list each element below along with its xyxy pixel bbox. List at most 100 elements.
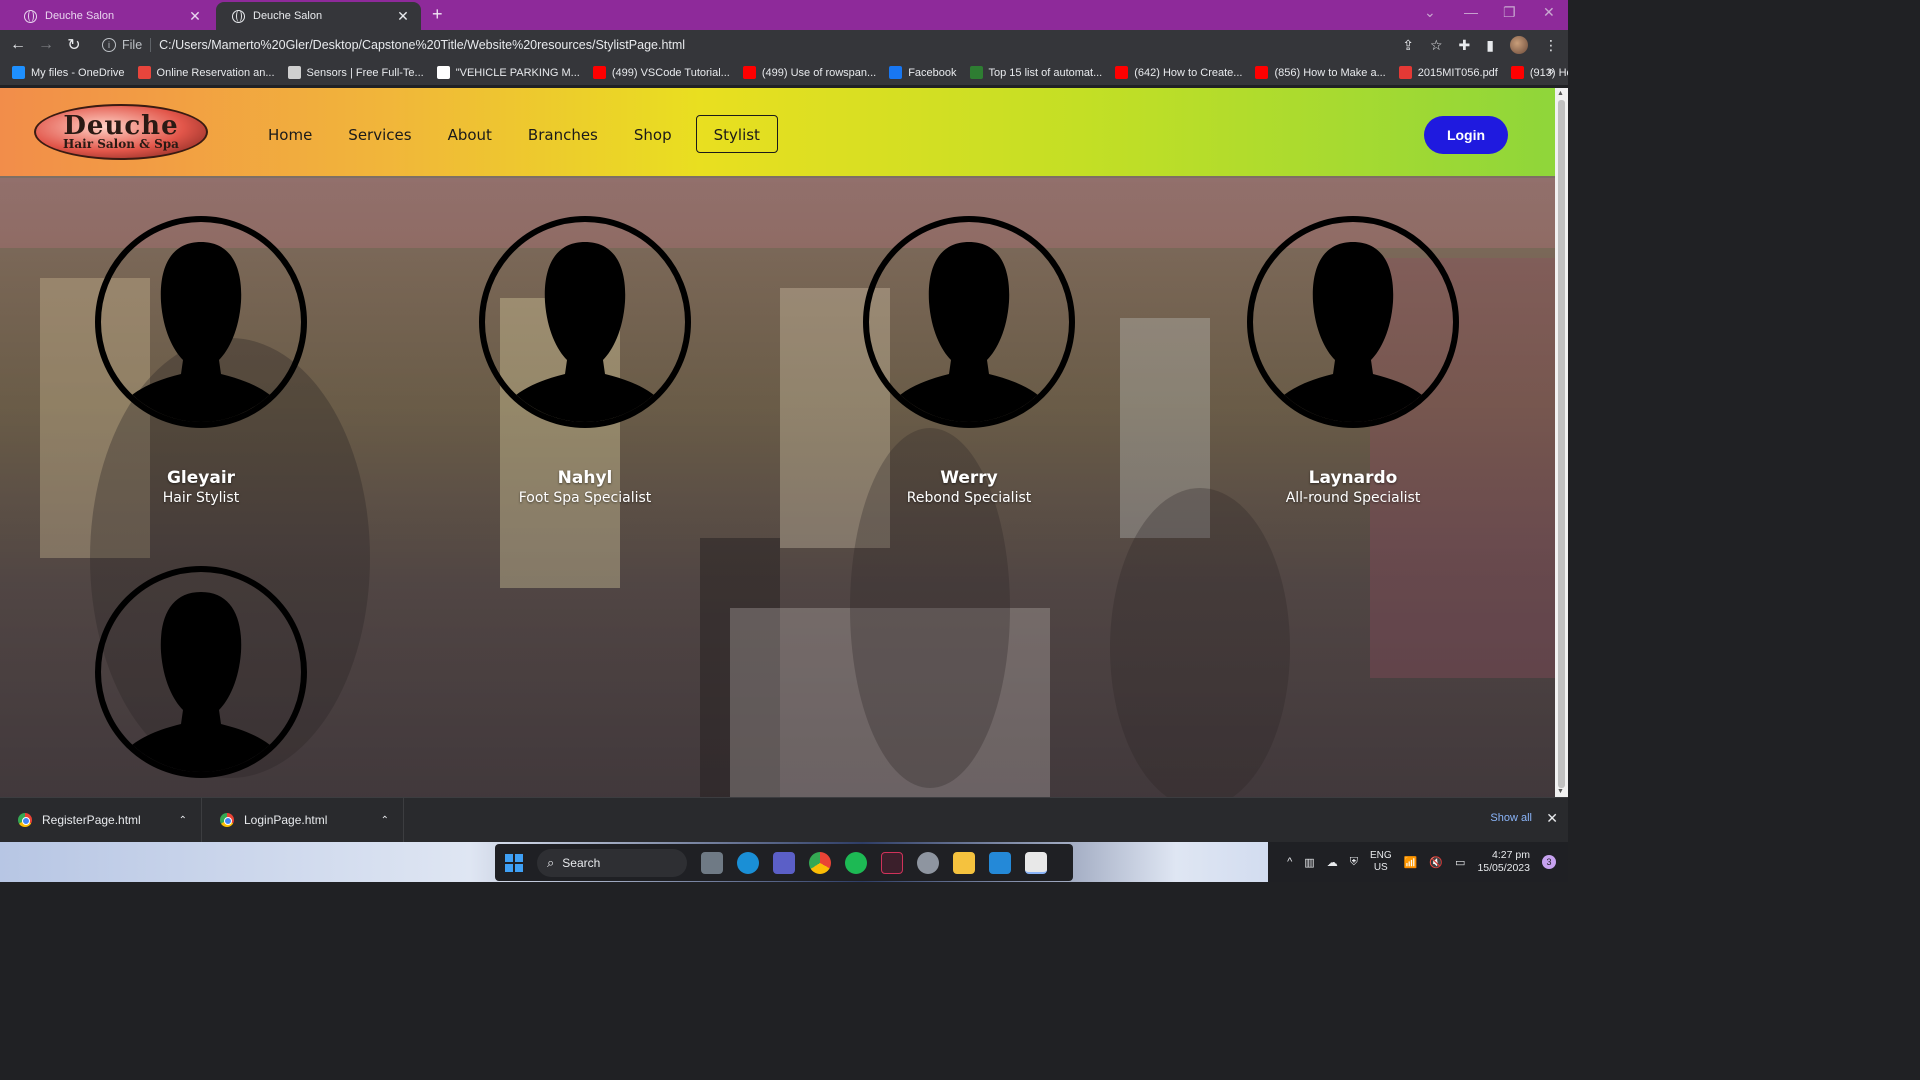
file-explorer-icon[interactable]: [953, 851, 975, 874]
close-tab-icon[interactable]: ✕: [395, 8, 411, 25]
bookmark-label: Sensors | Free Full-Te...: [306, 66, 424, 79]
bookmark-item[interactable]: (913) How to create a...: [1510, 66, 1568, 79]
page-scrollbar[interactable]: ▲ ▼: [1555, 88, 1568, 797]
minimize-button[interactable]: —: [1464, 4, 1478, 20]
region-code: US: [1373, 862, 1388, 873]
snipping-tool-icon[interactable]: [1025, 851, 1047, 874]
address-bar[interactable]: i File C:/Users/Mamerto%20Gler/Desktop/C…: [96, 33, 1456, 57]
tab-search-icon[interactable]: ⌄: [1424, 4, 1436, 21]
menu-kebab-icon[interactable]: ⋮: [1544, 37, 1558, 54]
bookmark-label: (642) How to Create...: [1134, 66, 1243, 79]
tab-deuche-salon-1[interactable]: Deuche Salon ✕: [8, 2, 213, 30]
vscode-icon[interactable]: [989, 851, 1011, 874]
notification-badge[interactable]: 3: [1542, 855, 1556, 869]
chrome-icon[interactable]: [809, 851, 831, 874]
bookmark-item[interactable]: (856) How to Make a...: [1255, 66, 1386, 79]
app-tray-icon[interactable]: ▥: [1304, 856, 1314, 869]
chevron-up-icon[interactable]: ⌃: [381, 815, 389, 826]
stylist-role: Hair Stylist: [162, 490, 240, 506]
back-button[interactable]: ←: [4, 36, 32, 54]
stylist-card[interactable]: [86, 566, 316, 797]
taskbar-search[interactable]: ⌕ Search: [537, 848, 687, 877]
bookmark-star-icon[interactable]: ☆: [1430, 37, 1443, 54]
tab-deuche-salon-2[interactable]: Deuche Salon ✕: [216, 2, 421, 30]
reload-button[interactable]: ↻: [60, 35, 88, 55]
profile-avatar[interactable]: [1510, 36, 1528, 54]
task-view-icon[interactable]: [701, 851, 723, 874]
bookmark-favicon-icon: [592, 66, 606, 79]
stylist-card[interactable]: Werry Rebond Specialist: [854, 216, 1084, 506]
clock[interactable]: 4:27 pm 15/05/2023: [1477, 849, 1530, 875]
nav-shop[interactable]: Shop: [622, 116, 684, 154]
share-icon[interactable]: ⇪: [1402, 37, 1414, 54]
more-bookmarks-icon[interactable]: »: [1547, 64, 1554, 78]
app-icon[interactable]: [881, 851, 903, 874]
bookmark-favicon-icon: [137, 66, 151, 79]
stylist-card[interactable]: Nahyl Foot Spa Specialist: [470, 216, 700, 506]
settings-gear-icon[interactable]: [917, 851, 939, 874]
avatar-silhouette-icon: [95, 216, 307, 428]
site-info-icon[interactable]: i: [102, 38, 116, 52]
bookmark-item[interactable]: Sensors | Free Full-Te...: [287, 66, 424, 79]
download-item[interactable]: LoginPage.html ⌃: [202, 797, 404, 843]
bookmark-favicon-icon: [436, 66, 450, 79]
close-window-button[interactable]: ✕: [1543, 4, 1555, 21]
edge-icon[interactable]: [737, 851, 759, 874]
scrollbar-thumb[interactable]: [1558, 100, 1565, 788]
bookmark-label: Online Reservation an...: [156, 66, 275, 79]
new-tab-button[interactable]: +: [432, 4, 443, 25]
nav-about[interactable]: About: [436, 116, 504, 154]
onedrive-icon[interactable]: ☁: [1327, 856, 1338, 869]
login-button[interactable]: Login: [1424, 116, 1508, 154]
globe-icon: [24, 9, 37, 23]
stylist-card[interactable]: Gleyair Hair Stylist: [86, 216, 316, 506]
bookmark-item[interactable]: "VEHICLE PARKING M...: [436, 66, 580, 79]
chevron-up-icon[interactable]: ⌃: [179, 815, 187, 826]
side-panel-icon[interactable]: ▮: [1486, 37, 1494, 54]
close-tab-icon[interactable]: ✕: [187, 8, 203, 25]
nav-services[interactable]: Services: [336, 116, 423, 154]
forward-button[interactable]: →: [32, 36, 60, 54]
windows-start-icon[interactable]: [505, 853, 523, 872]
browser-toolbar: ← → ↻ i File C:/Users/Mamerto%20Gler/Des…: [0, 30, 1568, 60]
teams-icon[interactable]: [773, 851, 795, 874]
bookmark-favicon-icon: [969, 66, 983, 79]
nav-stylist[interactable]: Stylist: [695, 115, 778, 153]
scroll-up-icon[interactable]: ▲: [1557, 90, 1564, 97]
salon-logo[interactable]: Deuche Hair Salon & Spa: [34, 104, 208, 160]
url-text[interactable]: C:/Users/Mamerto%20Gler/Desktop/Capstone…: [159, 38, 685, 52]
bookmark-item[interactable]: My files - OneDrive: [12, 66, 125, 79]
bookmark-favicon-icon: [889, 66, 903, 79]
scroll-down-icon[interactable]: ▼: [1557, 788, 1564, 795]
tab-title: Deuche Salon: [45, 10, 115, 22]
bookmark-label: Facebook: [908, 66, 957, 79]
bookmark-favicon-icon: [12, 66, 25, 79]
bookmark-item[interactable]: (642) How to Create...: [1115, 66, 1242, 79]
extensions-icon[interactable]: ✚: [1459, 37, 1471, 54]
show-all-downloads-link[interactable]: Show all: [1490, 812, 1532, 824]
bookmark-item[interactable]: Online Reservation an...: [137, 66, 275, 79]
bookmark-favicon-icon: [287, 66, 301, 79]
bookmark-item[interactable]: Facebook: [889, 66, 957, 79]
volume-muted-icon[interactable]: 🔇: [1429, 856, 1443, 869]
language-indicator[interactable]: ENG US: [1370, 850, 1392, 874]
spotify-icon[interactable]: [845, 851, 867, 874]
bookmark-item[interactable]: 2015MIT056.pdf: [1398, 66, 1498, 79]
stylist-name: Nahyl: [557, 468, 613, 488]
restore-button[interactable]: ❐: [1503, 4, 1516, 21]
security-icon[interactable]: ⛨: [1350, 856, 1358, 869]
battery-icon[interactable]: ▭: [1455, 856, 1465, 869]
bookmark-item[interactable]: (499) Use of rowspan...: [742, 66, 876, 79]
os-taskbar: ⌕ Search ^ ▥ ☁ ⛨ ENG US 📶 🔇 ▭ 4:27 pm 15…: [0, 842, 1568, 882]
page-viewport: Deuche Hair Salon & Spa Home Services Ab…: [0, 88, 1555, 797]
bookmark-item[interactable]: Top 15 list of automat...: [969, 66, 1102, 79]
wifi-icon[interactable]: 📶: [1404, 856, 1418, 869]
browser-tab-bar: Deuche Salon ✕ Deuche Salon ✕ + ⌄ — ❐ ✕: [0, 0, 1568, 30]
close-icon[interactable]: ✕: [1546, 810, 1558, 827]
nav-home[interactable]: Home: [256, 116, 324, 154]
chevron-up-icon[interactable]: ^: [1287, 856, 1292, 868]
download-item[interactable]: RegisterPage.html ⌃: [0, 797, 202, 843]
nav-branches[interactable]: Branches: [516, 116, 610, 154]
bookmark-item[interactable]: (499) VSCode Tutorial...: [592, 66, 730, 79]
stylist-card[interactable]: Laynardo All-round Specialist: [1238, 216, 1468, 506]
